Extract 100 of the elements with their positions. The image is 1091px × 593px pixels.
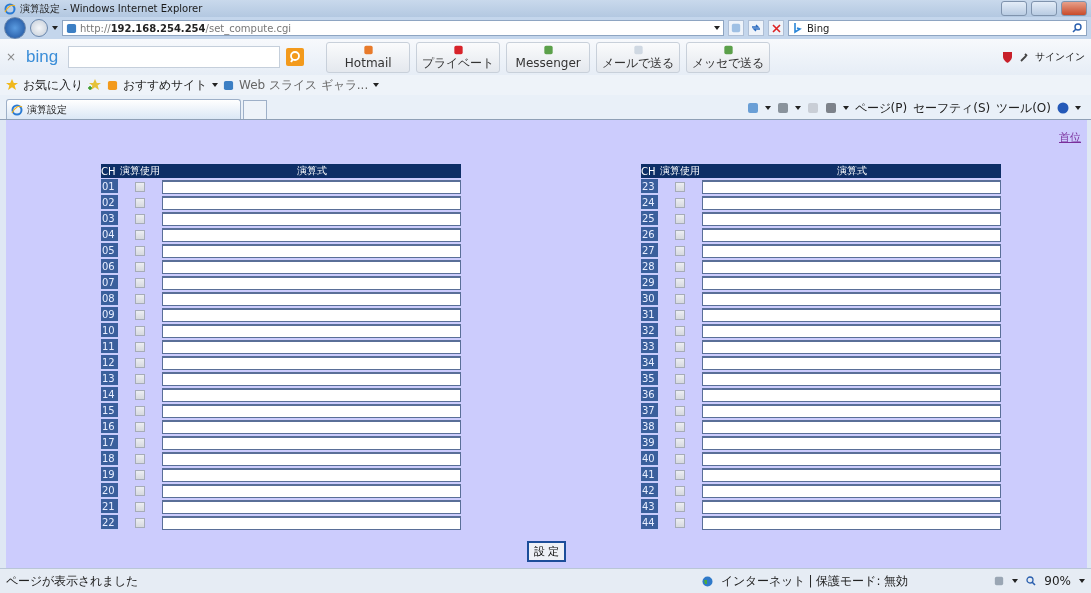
formula-input[interactable] <box>162 211 461 226</box>
checkbox[interactable] <box>675 438 685 448</box>
checkbox[interactable] <box>135 358 145 368</box>
restore-button[interactable] <box>1031 1 1057 16</box>
checkbox[interactable] <box>135 390 145 400</box>
checkbox[interactable] <box>135 294 145 304</box>
formula-input[interactable] <box>702 179 1001 194</box>
formula-input[interactable] <box>162 355 461 370</box>
checkbox[interactable] <box>675 374 685 384</box>
formula-input[interactable] <box>162 259 461 274</box>
checkbox[interactable] <box>135 342 145 352</box>
search-button[interactable] <box>286 48 305 66</box>
submit-button[interactable]: 設 定 <box>526 541 567 562</box>
formula-input[interactable] <box>162 467 461 482</box>
checkbox[interactable] <box>135 406 145 416</box>
formula-input[interactable] <box>162 275 461 290</box>
checkbox[interactable] <box>135 310 145 320</box>
checkbox[interactable] <box>675 342 685 352</box>
formula-input[interactable] <box>702 323 1001 338</box>
formula-input[interactable] <box>162 387 461 402</box>
checkbox[interactable] <box>135 214 145 224</box>
formula-input[interactable] <box>162 371 461 386</box>
formula-input[interactable] <box>702 387 1001 402</box>
command-menu[interactable]: ページ(P) <box>854 99 908 117</box>
formula-input[interactable] <box>702 483 1001 498</box>
checkbox[interactable] <box>135 422 145 432</box>
checkbox[interactable] <box>135 438 145 448</box>
close-button[interactable] <box>1061 1 1087 16</box>
formula-input[interactable] <box>702 403 1001 418</box>
search-field[interactable]: Bing <box>788 20 1087 36</box>
formula-input[interactable] <box>702 211 1001 226</box>
formula-input[interactable] <box>702 227 1001 242</box>
formula-input[interactable] <box>702 467 1001 482</box>
checkbox[interactable] <box>675 182 685 192</box>
checkbox[interactable] <box>675 262 685 272</box>
checkbox[interactable] <box>675 278 685 288</box>
checkbox[interactable] <box>675 406 685 416</box>
checkbox[interactable] <box>135 518 145 528</box>
minimize-button[interactable] <box>1001 1 1027 16</box>
toolbar-button[interactable]: Messenger <box>506 41 591 73</box>
checkbox[interactable] <box>675 486 685 496</box>
formula-input[interactable] <box>702 515 1001 530</box>
formula-input[interactable] <box>702 195 1001 210</box>
checkbox[interactable] <box>675 358 685 368</box>
formula-input[interactable] <box>162 515 461 530</box>
checkbox[interactable] <box>135 502 145 512</box>
formula-input[interactable] <box>702 307 1001 322</box>
formula-input[interactable] <box>702 419 1001 434</box>
checkbox[interactable] <box>675 214 685 224</box>
browser-tab[interactable]: 演算設定 <box>6 99 241 119</box>
formula-input[interactable] <box>162 243 461 258</box>
new-tab-button[interactable] <box>243 100 267 119</box>
checkbox[interactable] <box>135 326 145 336</box>
checkbox[interactable] <box>675 454 685 464</box>
checkbox[interactable] <box>135 454 145 464</box>
forward-button[interactable] <box>30 19 48 37</box>
address-field[interactable]: http://192.168.254.254/set_compute.cgi <box>62 20 724 36</box>
formula-input[interactable] <box>702 243 1001 258</box>
formula-input[interactable] <box>162 499 461 514</box>
back-button[interactable] <box>4 17 26 39</box>
checkbox[interactable] <box>135 262 145 272</box>
formula-input[interactable] <box>162 323 461 338</box>
formula-input[interactable] <box>702 355 1001 370</box>
checkbox[interactable] <box>135 246 145 256</box>
favorites-button[interactable]: お気に入り <box>23 76 83 94</box>
stop-button[interactable] <box>768 20 784 36</box>
toolbar-button[interactable]: プライベート <box>416 41 501 73</box>
command-menu[interactable]: セーフティ(S) <box>913 99 991 117</box>
checkbox[interactable] <box>675 502 685 512</box>
checkbox[interactable] <box>135 486 145 496</box>
favorites-link[interactable]: Web スライス ギャラ... <box>239 76 369 94</box>
formula-input[interactable] <box>162 419 461 434</box>
command-menu[interactable]: ツール(O) <box>996 99 1051 117</box>
formula-input[interactable] <box>702 275 1001 290</box>
formula-input[interactable] <box>162 483 461 498</box>
checkbox[interactable] <box>675 294 685 304</box>
bing-search-field[interactable] <box>68 46 281 68</box>
checkbox[interactable] <box>675 518 685 528</box>
sign-in-link[interactable]: サインイン <box>1035 50 1085 64</box>
checkbox[interactable] <box>675 198 685 208</box>
checkbox[interactable] <box>675 246 685 256</box>
add-favorite-icon[interactable] <box>88 79 102 91</box>
checkbox[interactable] <box>135 374 145 384</box>
checkbox[interactable] <box>675 390 685 400</box>
formula-input[interactable] <box>162 435 461 450</box>
checkbox[interactable] <box>135 278 145 288</box>
formula-input[interactable] <box>162 451 461 466</box>
formula-input[interactable] <box>162 179 461 194</box>
formula-input[interactable] <box>162 291 461 306</box>
checkbox[interactable] <box>135 182 145 192</box>
formula-input[interactable] <box>162 227 461 242</box>
formula-input[interactable] <box>702 259 1001 274</box>
formula-input[interactable] <box>702 371 1001 386</box>
toolbar-button[interactable]: Hotmail <box>326 41 411 73</box>
checkbox[interactable] <box>675 470 685 480</box>
toolbar-button[interactable]: メッセで送る <box>686 41 771 73</box>
checkbox[interactable] <box>675 230 685 240</box>
zoom-level[interactable]: 90% <box>1044 574 1071 588</box>
toolbar-button[interactable]: メールで送る <box>596 41 681 73</box>
formula-input[interactable] <box>162 195 461 210</box>
